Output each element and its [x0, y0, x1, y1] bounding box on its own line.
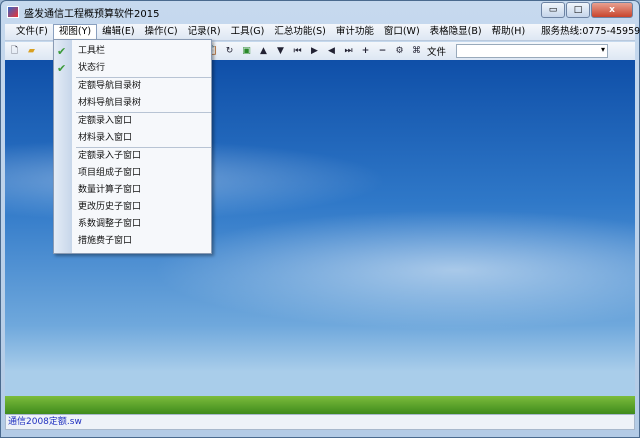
- check-icon: ✔: [57, 45, 67, 58]
- menu-item-toolbar[interactable]: ✔ 工具栏: [54, 43, 211, 60]
- menu-file[interactable]: 文件(F): [11, 24, 53, 40]
- menu-item-label: 状态行: [78, 63, 106, 73]
- status-text: 通信2008定额.sw: [8, 417, 82, 427]
- title-bar: 盛发通信工程概预算软件2015 ▭ □ x: [1, 1, 639, 23]
- menu-item-quota-tree[interactable]: 定额导航目录树: [54, 78, 211, 95]
- file-label: 文件: [427, 47, 447, 58]
- menu-item-material-tree[interactable]: 材料导航目录树: [54, 95, 211, 112]
- menu-table-toggle[interactable]: 表格隐显(B): [425, 24, 487, 40]
- menu-item-statusbar[interactable]: ✔ 状态行: [54, 60, 211, 77]
- menu-item-measures-subwindow[interactable]: 措施费子窗口: [54, 233, 211, 250]
- menu-tools[interactable]: 工具(G): [226, 24, 270, 40]
- remove-icon[interactable]: −: [376, 45, 389, 58]
- move-up-icon[interactable]: ▲: [257, 45, 270, 58]
- menu-item-quota-subwindow[interactable]: 定额录入子窗口: [54, 148, 211, 165]
- menu-help[interactable]: 帮助(H): [487, 24, 531, 40]
- menu-audit[interactable]: 审计功能: [331, 24, 379, 40]
- new-icon[interactable]: 🗋: [8, 45, 21, 58]
- close-button[interactable]: x: [591, 2, 633, 18]
- redo-icon[interactable]: ↻: [223, 45, 236, 58]
- last-record-icon[interactable]: ⏭: [342, 45, 355, 58]
- open-icon[interactable]: ▰: [25, 45, 38, 58]
- maximize-button[interactable]: □: [566, 2, 590, 18]
- add-icon[interactable]: +: [359, 45, 372, 58]
- menu-record[interactable]: 记录(R): [183, 24, 226, 40]
- grass-image: [5, 396, 635, 414]
- prev-record-icon[interactable]: ◀: [325, 45, 338, 58]
- move-down-icon[interactable]: ▼: [274, 45, 287, 58]
- app-icon: [7, 6, 19, 18]
- menu-edit[interactable]: 编辑(E): [97, 24, 139, 40]
- menu-item-project-subwindow[interactable]: 项目组成子窗口: [54, 165, 211, 182]
- settings-icon[interactable]: ⚙: [393, 45, 406, 58]
- menu-operate[interactable]: 操作(C): [140, 24, 183, 40]
- menu-window[interactable]: 窗口(W): [379, 24, 425, 40]
- minimize-button[interactable]: ▭: [541, 2, 565, 18]
- check-icon: ✔: [57, 62, 67, 75]
- hotline-text: 服务热线:0775-4595901: [541, 26, 640, 37]
- menu-item-quota-window[interactable]: 定额录入窗口: [54, 113, 211, 130]
- view-menu-dropdown: ✔ 工具栏 ✔ 状态行 定额导航目录树 材料导航目录树 定额录入窗口 材料录入窗口 …: [53, 39, 212, 254]
- menu-summary[interactable]: 汇总功能(S): [269, 24, 330, 40]
- status-bar: 通信2008定额.sw: [5, 414, 635, 430]
- next-record-icon[interactable]: ▶: [308, 45, 321, 58]
- menu-item-material-window[interactable]: 材料录入窗口: [54, 130, 211, 147]
- menu-item-history-subwindow[interactable]: 更改历史子窗口: [54, 199, 211, 216]
- menu-item-coefficient-subwindow[interactable]: 系数调整子窗口: [54, 216, 211, 233]
- menu-view[interactable]: 视图(Y): [52, 24, 98, 40]
- window-title: 盛发通信工程概预算软件2015: [24, 8, 160, 20]
- first-record-icon[interactable]: ⏮: [291, 45, 304, 58]
- calc-icon[interactable]: ⌘: [410, 45, 423, 58]
- menu-item-quantity-subwindow[interactable]: 数量计算子窗口: [54, 182, 211, 199]
- file-combo[interactable]: [456, 44, 609, 58]
- refresh-icon[interactable]: ▣: [240, 45, 253, 58]
- menu-item-label: 工具栏: [78, 46, 106, 56]
